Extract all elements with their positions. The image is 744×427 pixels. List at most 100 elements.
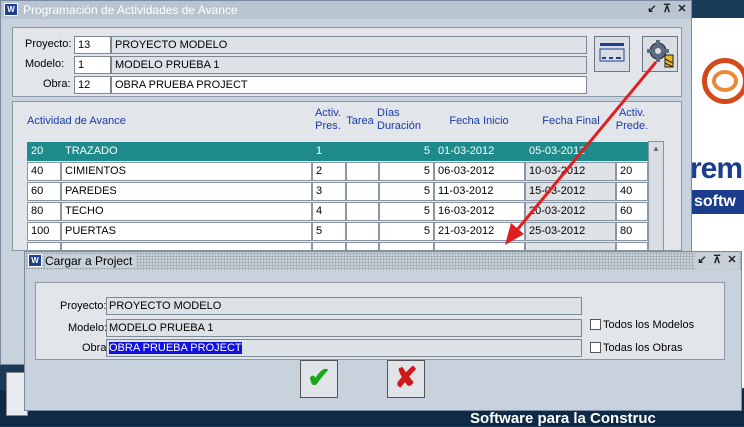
modelo-label: Modelo: [25, 58, 65, 70]
cross-icon: ✘ [394, 362, 418, 393]
obra-code-field[interactable]: 12 [74, 76, 111, 94]
background-footer-text: Software para la Construc [470, 410, 656, 427]
list-view-button[interactable] [594, 36, 630, 72]
cell-activ-prede[interactable] [616, 142, 648, 161]
brand-logo-inner-icon [712, 70, 738, 92]
cell-tarea[interactable] [346, 162, 379, 181]
cell-activ-pres[interactable]: 2 [312, 162, 346, 181]
cell-fecha-inicio[interactable]: 21-03-2012 [434, 222, 525, 241]
proyecto-name-field[interactable]: PROYECTO MODELO [111, 36, 587, 54]
main-title-bar[interactable]: W Programación de Actividades de Avance … [1, 1, 691, 19]
dialog-proyecto-label: Proyecto: [60, 300, 107, 312]
cell-fecha-inicio[interactable] [434, 242, 525, 251]
dialog-title: Cargar a Project [45, 254, 137, 268]
cell-code[interactable]: 60 [27, 182, 61, 201]
close-button[interactable]: ✕ [675, 2, 689, 17]
col-header-fecha-inicio: Fecha Inicio [449, 115, 509, 127]
cell-activ-pres[interactable]: 5 [312, 222, 346, 241]
cell-fecha-final[interactable]: 15-03-2012 [525, 182, 616, 201]
grid-scrollbar[interactable]: ▲ [648, 141, 664, 251]
cell-activ-prede[interactable]: 80 [616, 222, 648, 241]
obra-label: Obra: [43, 78, 71, 90]
cell-activ-prede[interactable]: 20 [616, 162, 648, 181]
cell-name[interactable]: TECHO [61, 202, 312, 221]
cargar-project-dialog: W Cargar a Project ↙ ⊼ ✕ Proyecto: PROYE… [24, 251, 742, 411]
cell-tarea[interactable] [346, 202, 379, 221]
cell-duracion[interactable]: 5 [379, 182, 434, 201]
todos-modelos-checkbox[interactable] [590, 319, 601, 330]
dialog-proyecto-field[interactable]: PROYECTO MODELO [106, 297, 582, 315]
cell-name[interactable]: TRAZADO [61, 142, 312, 161]
dialog-title-bar[interactable]: W Cargar a Project ↙ ⊼ ✕ [25, 252, 741, 270]
cell-duracion[interactable]: 5 [379, 162, 434, 181]
dialog-modelo-label: Modelo: [68, 322, 108, 334]
todos-modelos-label: Todos los Modelos [603, 319, 695, 331]
modelo-name-field[interactable]: MODELO PRUEBA 1 [111, 56, 587, 74]
cell-tarea[interactable] [346, 242, 379, 251]
check-icon: ✔ [307, 362, 331, 393]
brand-subtitle: softw [690, 190, 744, 214]
cell-fecha-inicio[interactable]: 16-03-2012 [434, 202, 525, 221]
modelo-code-field[interactable]: 1 [74, 56, 111, 74]
cell-fecha-inicio[interactable]: 11-03-2012 [434, 182, 525, 201]
cell-fecha-final[interactable]: 25-03-2012 [525, 222, 616, 241]
cell-fecha-final[interactable] [525, 242, 616, 251]
cell-code[interactable]: 100 [27, 222, 61, 241]
cell-activ-pres[interactable]: 1 [312, 142, 346, 161]
cell-code[interactable] [27, 242, 61, 251]
col-header-fecha-final: Fecha Final [542, 115, 600, 127]
cell-tarea[interactable] [346, 182, 379, 201]
scroll-up-icon[interactable]: ▲ [649, 142, 663, 156]
todas-obras-label: Todas los Obras [603, 342, 683, 354]
dialog-minimize-button[interactable]: ↙ [695, 253, 709, 268]
cell-fecha-final[interactable]: 05-03-2012 [525, 142, 616, 161]
cell-fecha-inicio[interactable]: 06-03-2012 [434, 162, 525, 181]
todas-obras-checkbox[interactable] [590, 342, 601, 353]
cell-duracion[interactable]: 5 [379, 142, 434, 161]
cell-fecha-final[interactable]: 10-03-2012 [525, 162, 616, 181]
cell-duracion[interactable] [379, 242, 434, 251]
dialog-close-button[interactable]: ✕ [725, 253, 739, 268]
cell-code[interactable]: 20 [27, 142, 61, 161]
cell-activ-prede[interactable]: 40 [616, 182, 648, 201]
cell-activ-pres[interactable]: 4 [312, 202, 346, 221]
cell-fecha-final[interactable]: 20-03-2012 [525, 202, 616, 221]
export-project-button[interactable] [642, 36, 678, 72]
dialog-obra-field[interactable]: OBRA PRUEBA PROJECT [106, 339, 582, 357]
proyecto-code-field[interactable]: 13 [74, 36, 111, 54]
cell-activ-pres[interactable] [312, 242, 346, 251]
cell-tarea[interactable] [346, 142, 379, 161]
minimize-button[interactable]: ↙ [645, 2, 659, 17]
cell-name[interactable]: PUERTAS [61, 222, 312, 241]
dialog-obra-selected-text: OBRA PRUEBA PROJECT [109, 342, 242, 354]
app-icon: W [4, 3, 18, 16]
cell-name[interactable] [61, 242, 312, 251]
cell-name[interactable]: PAREDES [61, 182, 312, 201]
dialog-form-panel: Proyecto: PROYECTO MODELO Modelo: MODELO… [35, 282, 725, 360]
dialog-modelo-field[interactable]: MODELO PRUEBA 1 [106, 319, 582, 337]
cell-code[interactable]: 80 [27, 202, 61, 221]
proyecto-label: Proyecto: [25, 38, 72, 50]
cell-activ-pres[interactable]: 3 [312, 182, 346, 201]
cell-duracion[interactable]: 5 [379, 222, 434, 241]
cell-duracion[interactable]: 5 [379, 202, 434, 221]
dialog-maximize-button[interactable]: ⊼ [710, 253, 724, 268]
obra-name-field[interactable]: OBRA PRUEBA PROJECT [111, 76, 587, 94]
cell-code[interactable]: 40 [27, 162, 61, 181]
col-header-actividad: Actividad de Avance [27, 115, 126, 127]
col-header-dias-duracion: Días Duración [377, 107, 422, 132]
cell-activ-prede[interactable]: 60 [616, 202, 648, 221]
accept-button[interactable]: ✔ [300, 360, 338, 398]
brand-name: rem [690, 152, 743, 185]
header-panel: Proyecto: 13 PROYECTO MODELO Modelo: 1 M… [12, 27, 682, 97]
dialog-app-icon: W [28, 254, 42, 267]
cell-name[interactable]: CIMIENTOS [61, 162, 312, 181]
maximize-button[interactable]: ⊼ [660, 2, 674, 17]
cell-activ-prede[interactable] [616, 242, 648, 251]
cell-tarea[interactable] [346, 222, 379, 241]
list-view-icon [599, 43, 625, 62]
cancel-button[interactable]: ✘ [387, 360, 425, 398]
cell-fecha-inicio[interactable]: 01-03-2012 [434, 142, 525, 161]
gear-icon [647, 40, 674, 68]
col-header-activ-prede: Activ. Prede. [615, 107, 649, 132]
